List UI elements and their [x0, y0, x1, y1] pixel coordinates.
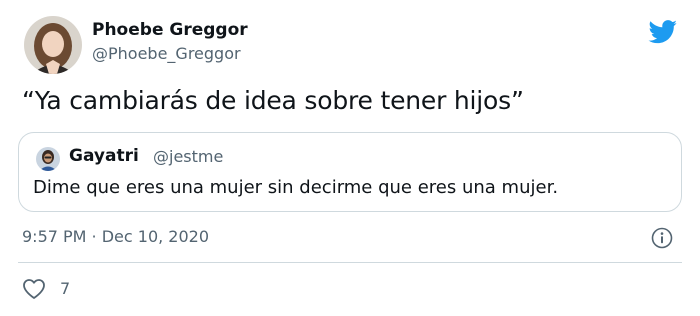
heart-icon[interactable] — [22, 278, 46, 300]
quoted-tweet-card[interactable]: Gayatri @jestme Dime que eres una mujer … — [18, 132, 682, 212]
info-icon[interactable] — [651, 227, 673, 249]
author-handle[interactable]: @Phoebe_Greggor — [92, 44, 241, 63]
quoted-handle: @jestme — [153, 147, 224, 166]
divider — [18, 262, 682, 263]
author-display-name[interactable]: Phoebe Greggor — [92, 20, 248, 40]
quoted-tweet-text: Dime que eres una mujer sin decirme que … — [33, 177, 559, 198]
like-count: 7 — [60, 279, 71, 298]
twitter-bird-icon[interactable] — [648, 20, 678, 44]
tweet-text: “Ya cambiarás de idea sobre tener hijos” — [22, 86, 524, 115]
quoted-display-name: Gayatri — [69, 146, 139, 166]
quoted-avatar — [36, 147, 60, 171]
avatar[interactable] — [24, 16, 82, 74]
tweet-timestamp[interactable]: 9:57 PM · Dec 10, 2020 — [22, 227, 209, 246]
